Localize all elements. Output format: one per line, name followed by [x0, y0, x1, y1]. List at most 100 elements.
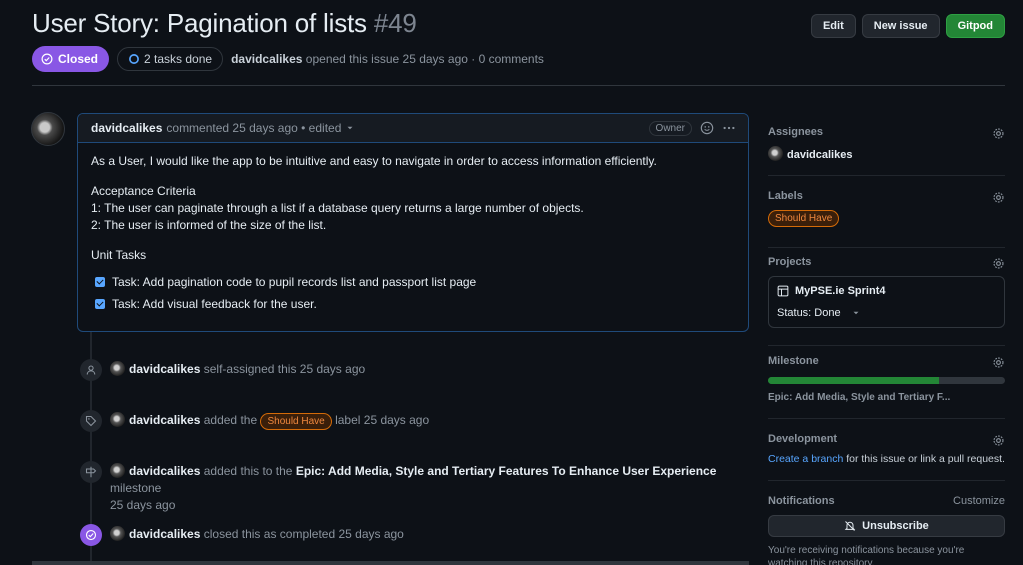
timeline-event-text: davidcalikes closed this as completed 25… — [110, 524, 404, 543]
actor-link[interactable]: davidcalikes — [129, 362, 200, 376]
actor-link[interactable]: davidcalikes — [129, 464, 200, 478]
gear-icon[interactable] — [992, 356, 1005, 369]
progress-ring-icon — [129, 54, 139, 64]
chevron-down-icon[interactable] — [345, 123, 355, 133]
person-icon — [80, 359, 102, 381]
timeline-event-milestoned: davidcalikes added this to the Epic: Add… — [80, 461, 750, 512]
task-label: Task: Add visual feedback for the user. — [112, 296, 317, 311]
projects-section: Projects MyPSE.ie Sprint4 Status: Done — [768, 248, 1005, 346]
issue-sidebar: Assignees davidcalikes Labels Should Hav… — [768, 112, 1005, 565]
tasks-progress-pill[interactable]: 2 tasks done — [117, 47, 224, 71]
issue-comment: davidcalikes commented 25 days ago • edi… — [77, 113, 749, 332]
status-badge: Closed — [32, 46, 110, 72]
issue-opened-meta: davidcalikes opened this issue 25 days a… — [231, 52, 544, 66]
bell-slash-icon — [844, 521, 856, 531]
unsubscribe-button[interactable]: Unsubscribe — [768, 515, 1005, 537]
milestone-link[interactable]: Epic: Add Media, Style and Tertiary F... — [768, 392, 1005, 403]
development-title[interactable]: Development — [768, 433, 1005, 445]
header-actions: Edit New issue Gitpod — [810, 14, 1005, 38]
notifications-section: Notifications Customize Unsubscribe You'… — [768, 481, 1005, 565]
labels-title[interactable]: Labels — [768, 190, 1005, 202]
milestone-icon — [80, 461, 102, 483]
notification-reason-text: You're receiving notifications because y… — [768, 545, 965, 565]
avatar[interactable] — [110, 526, 125, 541]
milestone-title[interactable]: Milestone — [768, 355, 1005, 367]
unit-tasks-title: Unit Tasks — [91, 248, 147, 262]
issue-meta: Closed 2 tasks done davidcalikes opened … — [32, 46, 544, 72]
kebab-horizontal-icon[interactable] — [722, 121, 736, 135]
owner-badge: Owner — [648, 120, 692, 136]
event-description: closed this as completed 25 days ago — [203, 527, 404, 541]
label-should-have[interactable]: Should Have — [768, 210, 840, 227]
development-section: Development Create a branch for this iss… — [768, 419, 1005, 481]
event-time[interactable]: 25 days ago — [110, 498, 175, 512]
avatar[interactable] — [110, 463, 125, 478]
task-checkbox[interactable] — [95, 299, 105, 309]
development-help-text: for this issue or link a pull request. — [846, 453, 1005, 465]
event-description-suffix: label 25 days ago — [335, 413, 430, 427]
status-badge-label: Closed — [58, 52, 99, 66]
actor-link[interactable]: davidcalikes — [129, 413, 200, 427]
acceptance-criteria-title: Acceptance Criteria — [91, 184, 196, 198]
comment-body: As a User, I would like the app to be in… — [78, 143, 748, 324]
project-link[interactable]: MyPSE.ie Sprint4 — [777, 285, 996, 297]
check-circle-icon — [41, 53, 53, 65]
chevron-down-icon — [853, 311, 859, 315]
issue-opened-text: opened this issue 25 days ago · 0 commen… — [305, 52, 544, 66]
issue-header: User Story: Pagination of lists #49 Edit… — [32, 8, 1005, 42]
milestone-progress-bar — [768, 377, 1005, 384]
comment-meta[interactable]: commented 25 days ago • edited — [166, 121, 341, 135]
event-description: self-assigned this 25 days ago — [203, 362, 366, 376]
project-status-select[interactable]: Status: Done — [777, 307, 996, 319]
check-circle-icon — [80, 524, 102, 546]
event-description-suffix: milestone — [110, 481, 162, 495]
event-description: added the — [203, 413, 258, 427]
labels-section: Labels Should Have — [768, 176, 1005, 248]
projects-title[interactable]: Projects — [768, 256, 1005, 268]
timeline-event-text: davidcalikes added this to the Epic: Add… — [110, 461, 750, 514]
assignees-section: Assignees davidcalikes — [768, 112, 1005, 176]
gear-icon[interactable] — [992, 127, 1005, 140]
task-list-item: Task: Add pagination code to pupil recor… — [95, 272, 735, 292]
table-icon — [777, 285, 789, 297]
avatar — [768, 146, 783, 161]
smiley-icon[interactable] — [700, 121, 714, 135]
issue-author-link[interactable]: davidcalikes — [231, 52, 302, 66]
event-description: added this to the — [203, 464, 293, 478]
issue-number: #49 — [373, 8, 417, 38]
gitpod-button[interactable]: Gitpod — [945, 14, 1005, 38]
acceptance-criterion-2: 2: The user is informed of the size of t… — [91, 218, 327, 232]
label-should-have[interactable]: Should Have — [260, 413, 332, 430]
project-name: MyPSE.ie Sprint4 — [795, 285, 886, 297]
create-branch-link[interactable]: Create a branch — [768, 453, 843, 465]
project-card: MyPSE.ie Sprint4 Status: Done — [768, 276, 1005, 328]
comment-author-link[interactable]: davidcalikes — [91, 121, 162, 135]
milestone-link[interactable]: Epic: Add Media, Style and Tertiary Feat… — [296, 464, 717, 478]
timeline-event-text: davidcalikes added the Should Have label… — [110, 410, 429, 430]
tasks-progress-label: 2 tasks done — [144, 52, 213, 66]
unsubscribe-label: Unsubscribe — [862, 520, 929, 532]
gear-icon[interactable] — [992, 434, 1005, 447]
acceptance-criterion-1: 1: The user can paginate through a list … — [91, 201, 584, 215]
avatar[interactable] — [110, 412, 125, 427]
edit-button[interactable]: Edit — [810, 14, 856, 38]
avatar[interactable] — [31, 112, 65, 146]
actor-link[interactable]: davidcalikes — [129, 527, 200, 541]
gear-icon[interactable] — [992, 257, 1005, 270]
assignee-item[interactable]: davidcalikes — [768, 146, 1005, 161]
milestone-section: Milestone Epic: Add Media, Style and Ter… — [768, 346, 1005, 419]
comment-intro: As a User, I would like the app to be in… — [91, 154, 657, 168]
avatar[interactable] — [110, 361, 125, 376]
project-status: Status: Done — [777, 307, 841, 319]
tag-icon — [80, 410, 102, 432]
milestone-progress-fill — [768, 377, 939, 384]
timeline-event-text: davidcalikes self-assigned this 25 days … — [110, 359, 365, 378]
customize-link[interactable]: Customize — [953, 495, 1005, 507]
gear-icon[interactable] — [992, 191, 1005, 204]
task-checkbox[interactable] — [95, 277, 105, 287]
new-issue-button[interactable]: New issue — [861, 14, 940, 38]
assignees-title[interactable]: Assignees — [768, 126, 1005, 138]
timeline-event-closed: davidcalikes closed this as completed 25… — [80, 524, 404, 546]
header-divider — [32, 85, 1005, 86]
task-label: Task: Add pagination code to pupil recor… — [112, 274, 477, 289]
